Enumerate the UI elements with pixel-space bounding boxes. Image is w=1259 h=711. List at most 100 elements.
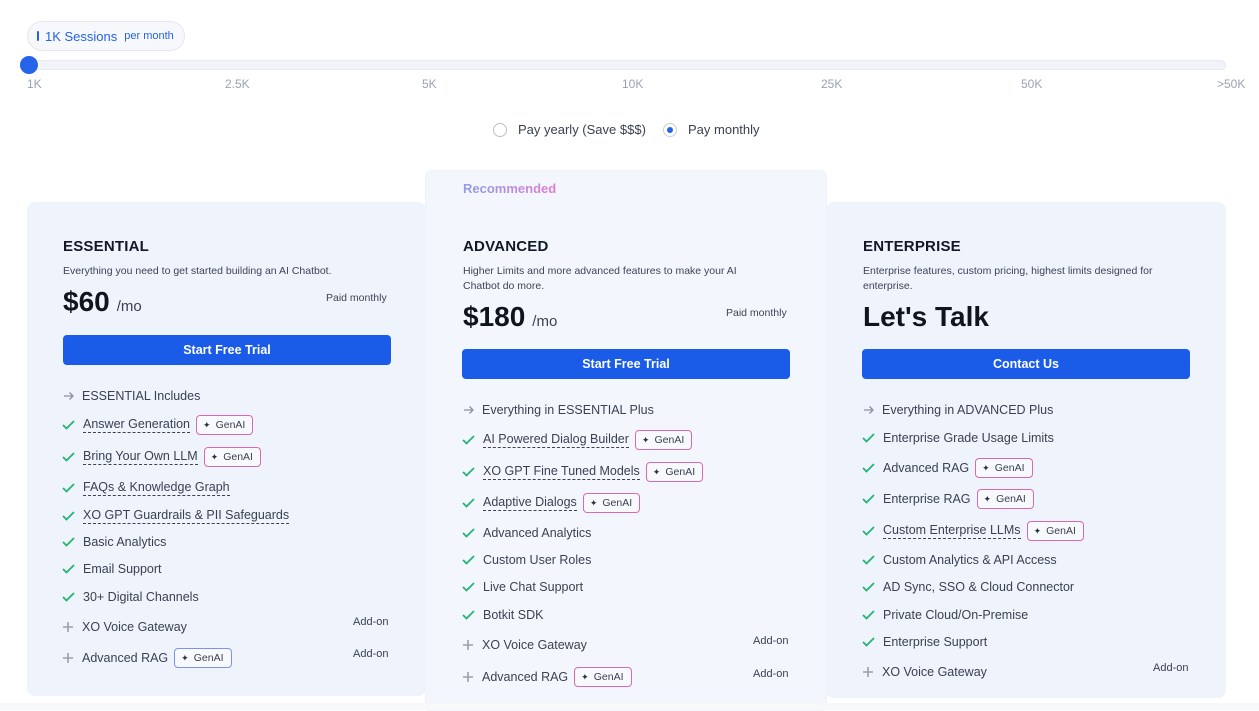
advanced-feature: Live Chat Support (462, 580, 583, 594)
essential-includes: ESSENTIAL Includes (62, 389, 200, 403)
sessions-unit: per month (124, 30, 174, 42)
check-icon (862, 462, 875, 475)
sessions-badge: 1K Sessions per month (27, 21, 185, 51)
sparkle-icon: ✦ (203, 419, 211, 430)
essential-price-period: /mo (116, 298, 142, 315)
essential-feature: Answer Generation ✦ GenAI (62, 415, 254, 435)
addon-label: Add-on (353, 616, 389, 628)
enterprise-plan-name: ENTERPRISE (863, 238, 961, 255)
check-icon (62, 563, 75, 576)
feature-text: Live Chat Support (483, 580, 584, 594)
advanced-start-trial-button[interactable]: Start Free Trial (462, 349, 790, 379)
check-icon (62, 591, 75, 604)
advanced-plan-name: ADVANCED (463, 238, 549, 255)
essential-billing-note: Paid monthly (326, 292, 387, 304)
advanced-addon[interactable]: XO Voice Gateway (461, 638, 587, 652)
tick-over-50k[interactable]: >50K (1217, 77, 1245, 91)
advanced-price: $180 /mo (463, 301, 557, 333)
sessions-indicator (37, 31, 39, 41)
essential-start-trial-button[interactable]: Start Free Trial (63, 335, 391, 365)
essential-plan-description: Everything you need to get started build… (63, 265, 332, 277)
arrow-right-icon (62, 390, 75, 403)
advanced-feature: Advanced Analytics (462, 526, 591, 540)
feature-text: Botkit SDK (483, 608, 544, 622)
essential-feature: Bring Your Own LLM ✦ GenAI (62, 447, 261, 467)
feature-text: 30+ Digital Channels (83, 590, 199, 604)
addon-label: Add-on (1153, 662, 1189, 674)
addon-label: Add-on (353, 648, 389, 660)
check-icon (462, 497, 475, 510)
advanced-feature: Botkit SDK (462, 608, 543, 622)
enterprise-includes-label: Everything in ADVANCED Plus (882, 403, 1054, 417)
tick-50k[interactable]: 50K (1021, 77, 1042, 91)
sessions-slider-track[interactable] (29, 60, 1226, 70)
feature-text: AD Sync, SSO & Cloud Connector (883, 580, 1075, 594)
check-icon (62, 482, 75, 495)
pay-yearly-option[interactable]: Pay yearly (Save $$$) (493, 122, 646, 137)
addon-label: Add-on (753, 635, 789, 647)
feature-link[interactable]: Adaptive Dialogs (483, 495, 577, 511)
feature-link[interactable]: Answer Generation (83, 417, 191, 433)
genai-badge: ✦ GenAI (196, 415, 254, 435)
sparkle-icon: ✦ (1033, 525, 1042, 536)
essential-feature: XO GPT Guardrails & PII Safeguards (62, 508, 290, 524)
plus-icon (861, 666, 874, 679)
feature-text: Advanced Analytics (483, 526, 592, 540)
enterprise-includes: Everything in ADVANCED Plus (862, 403, 1053, 417)
essential-addon[interactable]: XO Voice Gateway (61, 620, 187, 634)
essential-addon[interactable]: Advanced RAG ✦ GenAI (61, 648, 232, 668)
feature-link[interactable]: XO GPT Guardrails & PII Safeguards (83, 508, 290, 524)
enterprise-feature: Advanced RAG ✦ GenAI (862, 458, 1033, 478)
contact-us-button[interactable]: Contact Us (862, 349, 1190, 379)
tick-1k[interactable]: 1K (27, 77, 42, 91)
arrow-right-icon (462, 404, 475, 417)
check-icon (862, 609, 875, 622)
pay-monthly-option[interactable]: Pay monthly (663, 122, 760, 137)
advanced-feature: Adaptive Dialogs ✦ GenAI (462, 493, 641, 513)
check-icon (462, 554, 475, 567)
enterprise-feature: Custom Analytics & API Access (862, 553, 1057, 567)
feature-link[interactable]: FAQs & Knowledge Graph (83, 480, 230, 496)
check-icon (862, 581, 875, 594)
essential-price-amount: $60 (63, 286, 110, 317)
genai-badge: ✦ GenAI (582, 493, 641, 513)
enterprise-feature: AD Sync, SSO & Cloud Connector (862, 580, 1074, 594)
enterprise-addon[interactable]: XO Voice Gateway (861, 665, 987, 679)
pay-yearly-label: Pay yearly (Save $$$) (518, 122, 646, 137)
essential-includes-label: ESSENTIAL Includes (82, 389, 201, 403)
tick-25k[interactable]: 25K (821, 77, 842, 91)
feature-link[interactable]: XO GPT Fine Tuned Models (483, 464, 640, 480)
plus-icon (61, 652, 74, 665)
genai-badge: ✦ GenAI (634, 430, 693, 450)
addon-text: XO Voice Gateway (82, 620, 187, 634)
advanced-addon[interactable]: Advanced RAG ✦ GenAI (461, 667, 632, 687)
feature-link[interactable]: Custom Enterprise LLMs (883, 523, 1021, 539)
tick-2-5k[interactable]: 2.5K (225, 77, 250, 91)
enterprise-feature: Enterprise Grade Usage Limits (862, 431, 1054, 445)
recommended-label: Recommended (463, 181, 557, 196)
feature-text: Custom Analytics & API Access (883, 553, 1057, 567)
pay-yearly-radio[interactable] (493, 122, 507, 137)
sessions-slider-thumb[interactable] (19, 55, 39, 75)
check-icon (62, 510, 75, 523)
advanced-price-period: /mo (532, 313, 558, 330)
check-icon (462, 466, 475, 479)
plus-icon (461, 639, 474, 652)
feature-text: Enterprise Support (883, 635, 988, 649)
feature-link[interactable]: Bring Your Own LLM (83, 449, 198, 465)
sparkle-icon: ✦ (983, 493, 992, 504)
page-bottom-edge (0, 703, 1259, 710)
sparkle-icon: ✦ (181, 652, 189, 663)
feature-text: Enterprise Grade Usage Limits (883, 431, 1054, 445)
genai-badge: ✦ GenAI (574, 667, 632, 687)
enterprise-feature: Private Cloud/On-Premise (862, 608, 1028, 622)
tick-10k[interactable]: 10K (622, 77, 643, 91)
addon-label: Add-on (753, 668, 789, 680)
check-icon (862, 636, 875, 649)
pay-monthly-radio[interactable] (663, 122, 677, 137)
tick-5k[interactable]: 5K (422, 77, 437, 91)
enterprise-feature: Enterprise Support (862, 635, 987, 649)
addon-text: XO Voice Gateway (482, 638, 587, 652)
feature-link[interactable]: AI Powered Dialog Builder (483, 432, 629, 448)
plus-icon (61, 621, 74, 634)
